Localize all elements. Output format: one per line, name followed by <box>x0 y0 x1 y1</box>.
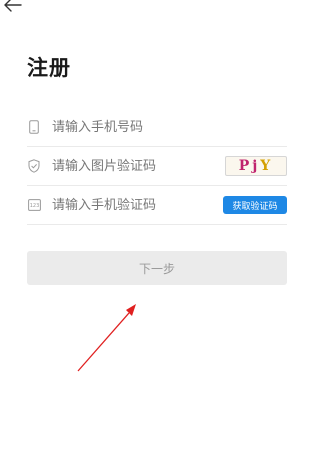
sms-code-input[interactable] <box>52 193 223 217</box>
get-code-button[interactable]: 获取验证码 <box>223 196 287 214</box>
keypad-icon: 123 <box>27 198 41 212</box>
back-arrow-icon <box>4 0 22 12</box>
sms-code-row: 123 获取验证码 <box>27 186 287 225</box>
phone-icon <box>27 120 41 134</box>
captcha-char-2: Y <box>260 158 274 174</box>
svg-text:123: 123 <box>29 203 39 209</box>
captcha-image[interactable]: Pj Y <box>225 156 287 176</box>
back-button[interactable] <box>4 0 22 12</box>
page-title: 注册 <box>27 56 71 80</box>
next-step-button[interactable]: 下一步 <box>27 251 287 285</box>
phone-input[interactable] <box>52 115 287 139</box>
image-code-row: Pj Y <box>27 147 287 186</box>
register-form: Pj Y 123 获取验证码 <box>27 108 287 225</box>
phone-row <box>27 108 287 147</box>
shield-icon <box>27 159 41 173</box>
captcha-char-1: Pj <box>238 158 261 174</box>
image-code-input[interactable] <box>52 154 225 178</box>
